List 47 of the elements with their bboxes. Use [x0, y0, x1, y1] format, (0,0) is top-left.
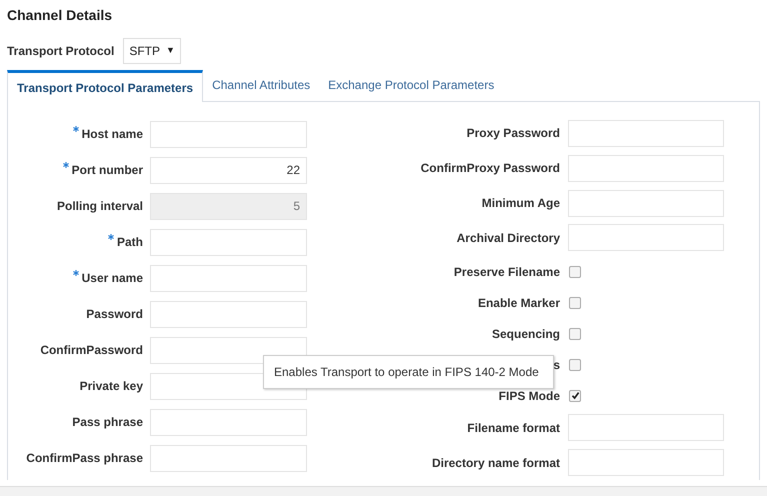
section-title: Channel Details: [7, 6, 114, 24]
input-field[interactable]: [568, 224, 724, 252]
input-field[interactable]: [150, 336, 307, 364]
input-field[interactable]: [568, 120, 724, 147]
field-label: ConfirmPass phrase: [26, 450, 143, 467]
input-field[interactable]: [568, 154, 724, 182]
field-label: Port number: [72, 162, 143, 179]
checkbox[interactable]: [569, 328, 581, 340]
field-label: ConfirmProxy Password: [420, 161, 560, 176]
field-label: Private key: [80, 378, 143, 395]
field-label: FIPS Mode: [498, 388, 560, 403]
protocol-dropdown[interactable]: SFTP ▼: [123, 38, 181, 64]
tooltip: Enables Transport to operate in FIPS 140-2 Mode: [263, 355, 554, 389]
input-field[interactable]: [150, 444, 307, 472]
field-label: Host name: [82, 126, 143, 143]
input-field[interactable]: [150, 228, 307, 256]
input-field[interactable]: [150, 120, 307, 148]
checkbox[interactable]: [569, 390, 581, 402]
field-label: Enable Marker: [478, 296, 560, 310]
tab[interactable]: Channel Attributes: [203, 69, 320, 101]
checkbox[interactable]: [569, 296, 581, 309]
field-label: Pass phrase: [72, 414, 143, 431]
field-label: Polling interval: [56, 198, 143, 215]
field-label: Directory name format: [432, 456, 560, 470]
field-label: Minimum Age: [482, 196, 560, 210]
input-field[interactable]: [568, 449, 724, 476]
input-field[interactable]: [568, 414, 724, 442]
tab[interactable]: Exchange Protocol Parameters: [319, 69, 504, 101]
field-label: Path: [116, 234, 143, 251]
field-label: Archival Directory: [456, 230, 560, 245]
field-label: Password: [86, 306, 143, 323]
input-field[interactable]: [150, 408, 307, 436]
input-field[interactable]: 22: [150, 156, 307, 184]
field-label: Filename format: [467, 420, 560, 435]
input-field[interactable]: [150, 264, 307, 292]
checkbox[interactable]: [569, 266, 581, 278]
field-label: s: [553, 358, 560, 372]
field-label: Sequencing: [492, 326, 560, 341]
input-field[interactable]: [568, 190, 724, 217]
checkbox[interactable]: [569, 358, 581, 371]
field-label: User name: [82, 270, 143, 287]
field-label: Transport Protocol: [7, 43, 114, 60]
field-label: Preserve Filename: [454, 264, 560, 279]
field-label: ConfirmPassword: [40, 342, 143, 359]
tab[interactable]: Transport Protocol Parameters: [7, 70, 204, 102]
field-label: Proxy Password: [466, 126, 560, 140]
input-field[interactable]: [150, 300, 307, 328]
